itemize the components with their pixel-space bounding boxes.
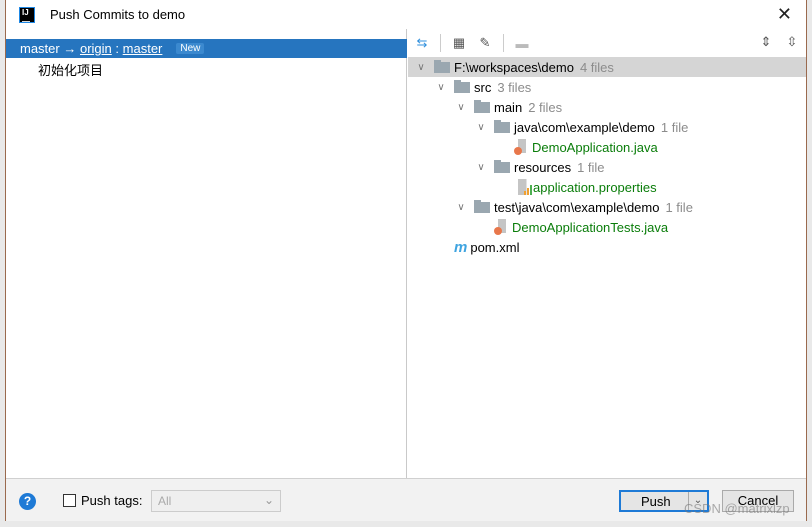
branch-row[interactable]: master → origin : master New xyxy=(6,39,407,58)
tree-row[interactable]: ∨ main 2 files xyxy=(408,97,806,117)
folder-label: F:\workspaces\demo xyxy=(454,59,574,75)
folder-label: java\com\example\demo xyxy=(514,119,655,135)
collapse-arrows-icon[interactable]: ⇆ xyxy=(414,35,430,51)
collapse-all-icon[interactable]: ⇳ xyxy=(784,34,800,50)
arrow: → xyxy=(63,41,77,56)
tree-row[interactable]: ∨ F:\workspaces\demo 4 files xyxy=(408,57,806,77)
push-tags-select[interactable]: All ⌄ xyxy=(151,490,281,512)
file-label: DemoApplication.java xyxy=(532,139,658,155)
separator: : xyxy=(115,41,120,56)
file-count: 1 file xyxy=(660,119,689,135)
folder-icon xyxy=(474,99,490,113)
push-tags-checkbox[interactable] xyxy=(63,494,76,507)
file-count: 2 files xyxy=(528,99,563,115)
folder-icon xyxy=(494,159,510,173)
select-value: All xyxy=(158,494,172,508)
file-count: 1 file xyxy=(665,199,693,215)
tree-row[interactable]: ∨ java\com\example\demo 1 file xyxy=(408,117,806,137)
tree-row[interactable]: DemoApplicationTests.java xyxy=(408,217,806,237)
push-tags-label: Push tags: xyxy=(81,493,143,508)
folder-icon xyxy=(454,79,470,93)
title-bar: IJ — Push Commits to demo ✕ xyxy=(6,0,806,29)
maven-icon: m xyxy=(454,238,468,256)
tree-row[interactable]: ∨ resources 1 file xyxy=(408,157,806,177)
java-file-icon xyxy=(494,219,508,235)
push-label: Push xyxy=(641,494,671,509)
commits-panel: master → origin : master New 初始化项目 xyxy=(6,29,407,478)
divider xyxy=(503,34,504,52)
remote-link[interactable]: origin xyxy=(80,41,112,56)
expand-all-icon[interactable]: ⇕ xyxy=(758,34,774,50)
intellij-logo-icon: IJ — xyxy=(19,6,35,26)
folder-label: main xyxy=(494,99,523,115)
preview-icon[interactable]: ▬ xyxy=(514,35,530,51)
dialog-title: Push Commits to demo xyxy=(50,7,186,22)
chevron-down-icon: ⌄ xyxy=(263,493,274,507)
commit-item[interactable]: 初始化项目 xyxy=(38,60,103,79)
chevron-down-icon[interactable]: ∨ xyxy=(454,102,468,113)
new-badge: New xyxy=(176,43,205,54)
folder-icon xyxy=(434,59,450,73)
toolbar: ⇆ ▦ ✎ ▬ ⇕ ⇳ xyxy=(408,29,806,57)
tree-row[interactable]: m pom.xml xyxy=(408,237,806,257)
file-count: 4 files xyxy=(579,59,614,75)
chevron-down-icon[interactable]: ∨ xyxy=(474,162,488,173)
watermark: CSDN @matrixlzp xyxy=(684,501,790,516)
chevron-down-icon[interactable]: ∨ xyxy=(454,202,468,213)
tree-row[interactable]: application.properties xyxy=(408,177,806,197)
tree-row[interactable]: DemoApplication.java xyxy=(408,137,806,157)
push-dialog: IJ — Push Commits to demo ✕ master → orig… xyxy=(5,0,807,521)
file-count: 3 files xyxy=(497,79,532,95)
local-branch: master xyxy=(20,41,60,56)
folder-label: resources xyxy=(514,159,572,175)
changes-panel: ⇆ ▦ ✎ ▬ ⇕ ⇳ ∨ F:\workspaces\demo 4 files ∨ s… xyxy=(408,29,806,478)
divider xyxy=(440,34,441,52)
chevron-down-icon[interactable]: ∨ xyxy=(474,122,488,133)
group-by-icon[interactable]: ▦ xyxy=(451,35,467,51)
folder-label: src xyxy=(474,79,492,95)
close-icon[interactable]: ✕ xyxy=(777,4,792,25)
properties-file-icon xyxy=(518,179,532,195)
file-label: DemoApplicationTests.java xyxy=(512,219,669,235)
file-label: application.properties xyxy=(533,179,657,195)
java-file-icon xyxy=(514,139,528,155)
folder-label: test\java\com\example\demo xyxy=(494,199,660,215)
chevron-down-icon[interactable]: ∨ xyxy=(414,62,428,73)
file-label: pom.xml xyxy=(470,239,520,255)
folder-icon xyxy=(474,199,490,213)
help-icon[interactable]: ? xyxy=(19,493,36,510)
file-count: 1 file xyxy=(577,159,605,175)
edit-icon[interactable]: ✎ xyxy=(477,35,493,51)
folder-icon xyxy=(494,119,510,133)
tree-row[interactable]: ∨ test\java\com\example\demo 1 file xyxy=(408,197,806,217)
chevron-down-icon[interactable]: ∨ xyxy=(434,82,448,93)
tree-row[interactable]: ∨ src 3 files xyxy=(408,77,806,97)
remote-branch-link[interactable]: master xyxy=(123,41,163,56)
